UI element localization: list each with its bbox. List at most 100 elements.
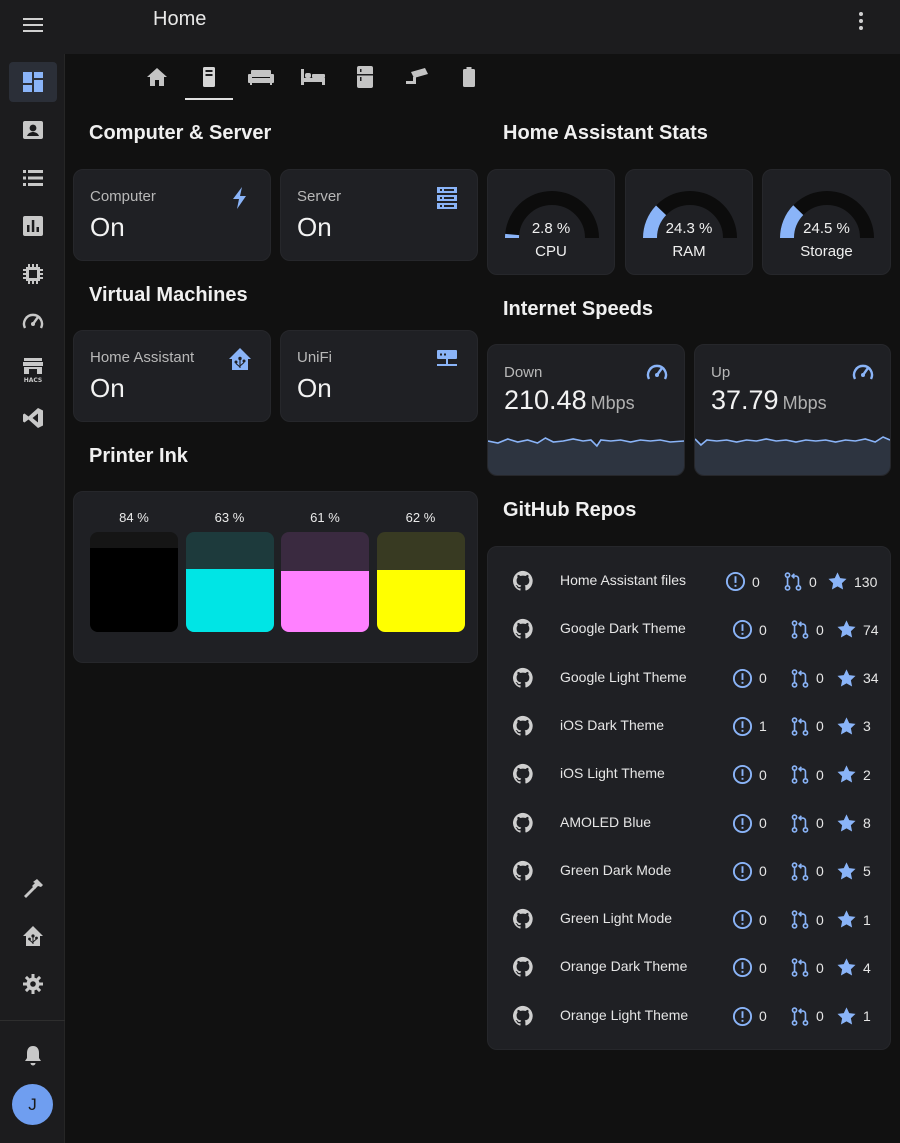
sidebar: HACS J	[0, 54, 65, 1143]
sidebar-item-notifications[interactable]	[9, 1036, 57, 1076]
ink-bar[interactable]	[376, 532, 465, 632]
home-assistant-icon	[229, 348, 251, 370]
repo-stars-count: 130	[854, 573, 878, 590]
star-icon	[836, 861, 857, 882]
avatar[interactable]: J	[12, 1084, 53, 1125]
speed-card-down[interactable]: Down 210.48 Mbps	[487, 344, 685, 476]
ink-bar[interactable]	[185, 532, 274, 632]
ink-bar[interactable]	[281, 532, 369, 632]
repo-stars-count-group[interactable]: 1	[836, 909, 871, 930]
star-icon	[836, 909, 857, 930]
gauge-card-cpu[interactable]: 2.8 % CPU	[487, 169, 615, 275]
sidebar-item-developer-tools[interactable]	[9, 868, 57, 908]
repo-pr-count: 0	[809, 573, 817, 590]
repo-row[interactable]: iOS Light Theme 0 0 2	[488, 751, 890, 799]
repo-pr-count-group[interactable]: 0	[790, 619, 824, 640]
gauge-card-ram[interactable]: 24.3 % RAM	[625, 169, 753, 275]
repo-pr-count-group[interactable]: 0	[783, 571, 817, 592]
repo-stars-count-group[interactable]: 130	[827, 571, 877, 592]
repo-pr-count-group[interactable]: 0	[790, 1006, 824, 1027]
github-icon	[512, 667, 534, 689]
bed-icon	[301, 69, 325, 85]
repo-stars-count-group[interactable]: 8	[836, 813, 871, 834]
tab-batteries[interactable]	[443, 54, 495, 100]
gauge-label: Storage	[800, 243, 853, 260]
tab-home[interactable]	[131, 54, 183, 100]
repo-stars-count-group[interactable]: 1	[836, 1006, 871, 1027]
repo-row[interactable]: iOS Dark Theme 1 0 3	[488, 703, 890, 751]
ink-bar[interactable]	[90, 532, 178, 632]
pull-request-icon	[790, 813, 810, 834]
tab-kitchen[interactable]	[339, 54, 391, 100]
github-icon	[512, 860, 534, 882]
repo-row[interactable]: AMOLED Blue 0 0 8	[488, 800, 890, 848]
tile-home-assistant[interactable]: Home Assistant On	[73, 330, 271, 422]
gauge-value: 24.3 %	[665, 220, 713, 237]
speed-card-up[interactable]: Up 37.79 Mbps	[694, 344, 891, 476]
repo-issues-count-group[interactable]: 0	[732, 1006, 767, 1027]
repo-pr-count-group[interactable]: 0	[790, 813, 824, 834]
alert-circle-icon	[732, 1006, 753, 1027]
tab-computer[interactable]	[183, 54, 235, 100]
pull-request-icon	[790, 909, 810, 930]
repo-stars-count-group[interactable]: 2	[836, 764, 871, 785]
repo-stars-count: 1	[863, 1008, 871, 1025]
repo-pr-count-group[interactable]: 0	[790, 861, 824, 882]
kebab-more-icon[interactable]	[848, 8, 874, 34]
repo-issues-count-group[interactable]: 0	[732, 957, 767, 978]
repo-pr-count: 0	[816, 766, 824, 783]
speed-unit: Mbps	[590, 393, 635, 413]
sidebar-item-supervisor[interactable]	[9, 916, 57, 956]
repo-issues-count-group[interactable]: 1	[732, 716, 767, 737]
repo-row[interactable]: Google Light Theme 0 0 34	[488, 655, 890, 703]
hammer-icon	[24, 879, 43, 898]
tile-server[interactable]: Server On	[280, 169, 478, 261]
tab-living-room[interactable]	[235, 54, 287, 100]
repo-stars-count-group[interactable]: 74	[836, 619, 879, 640]
repo-row[interactable]: Google Dark Theme 0 0 74	[488, 606, 890, 654]
gauge-label: CPU	[535, 243, 567, 260]
repo-pr-count-group[interactable]: 0	[790, 668, 824, 689]
repo-issues-count-group[interactable]: 0	[725, 571, 760, 592]
tab-cameras[interactable]	[391, 54, 443, 100]
repo-pr-count-group[interactable]: 0	[790, 909, 824, 930]
sidebar-item-speedtest[interactable]	[9, 302, 57, 342]
speedometer-icon	[646, 364, 668, 380]
sidebar-item-hacs[interactable]: HACS	[9, 350, 57, 390]
repo-issues-count-group[interactable]: 0	[732, 861, 767, 882]
sidebar-item-overview[interactable]	[9, 62, 57, 102]
repo-issues-count-group[interactable]: 0	[732, 909, 767, 930]
repo-issues-count-group[interactable]: 0	[732, 764, 767, 785]
sidebar-item-profile-card[interactable]	[9, 110, 57, 150]
sidebar-item-history[interactable]	[9, 206, 57, 246]
repo-issues-count-group[interactable]: 0	[732, 668, 767, 689]
sidebar-item-vscode[interactable]	[9, 398, 57, 438]
repo-issues-count-group[interactable]: 0	[732, 619, 767, 640]
svg-text:HACS: HACS	[24, 377, 43, 383]
repo-row[interactable]: Orange Dark Theme 0 0 4	[488, 944, 890, 992]
repo-pr-count-group[interactable]: 0	[790, 957, 824, 978]
sidebar-item-system[interactable]	[9, 254, 57, 294]
repo-pr-count-group[interactable]: 0	[790, 716, 824, 737]
repo-row[interactable]: Green Dark Mode 0 0 5	[488, 848, 890, 896]
sidebar-item-settings[interactable]	[9, 964, 57, 1004]
hamburger-menu-icon[interactable]	[18, 10, 48, 40]
page-title: Home	[153, 8, 207, 30]
sidebar-item-logbook[interactable]	[9, 158, 57, 198]
gauge-card-storage[interactable]: 24.5 % Storage	[762, 169, 891, 275]
repo-issues-count: 0	[759, 863, 767, 880]
repo-stars-count-group[interactable]: 34	[836, 668, 879, 689]
repo-issues-count-group[interactable]: 0	[732, 813, 767, 834]
repo-pr-count-group[interactable]: 0	[790, 764, 824, 785]
repo-row[interactable]: Green Light Mode 0 0 1	[488, 896, 890, 944]
tab-bedroom[interactable]	[287, 54, 339, 100]
repo-row[interactable]: Orange Light Theme 0 0 1	[488, 993, 890, 1041]
repo-stars-count-group[interactable]: 5	[836, 861, 871, 882]
tile-computer[interactable]: Computer On	[73, 169, 271, 261]
repo-stars-count-group[interactable]: 4	[836, 957, 871, 978]
vscode-icon	[23, 408, 43, 428]
tile-name: Home Assistant	[90, 349, 195, 366]
repo-stars-count-group[interactable]: 3	[836, 716, 871, 737]
repo-row[interactable]: Home Assistant files 0 0 130	[488, 558, 890, 606]
tile-unifi[interactable]: UniFi On	[280, 330, 478, 422]
